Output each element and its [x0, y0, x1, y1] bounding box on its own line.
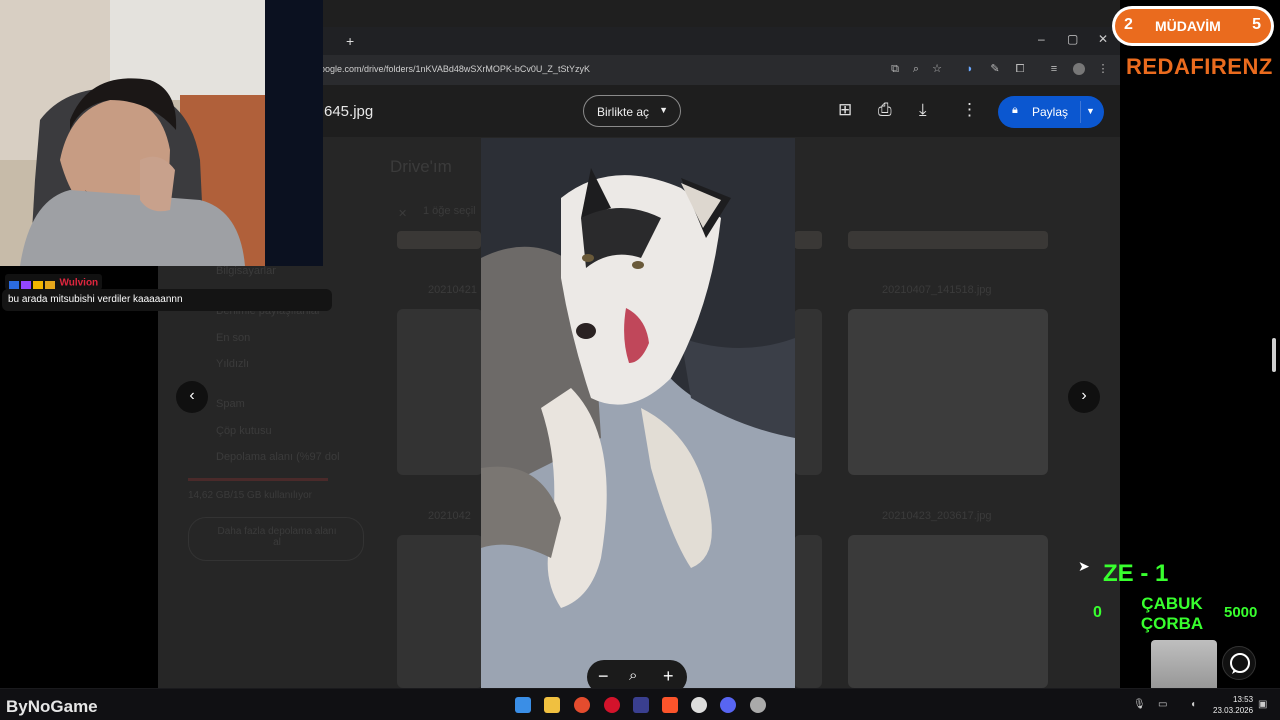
webcam-overlay — [0, 0, 323, 266]
viewer-filename: 645.jpg — [324, 103, 374, 120]
file-explorer-icon[interactable] — [544, 697, 560, 713]
mudavim-badge: 2 MÜDAVİM 5 — [1112, 6, 1274, 46]
discord-icon[interactable] — [720, 697, 736, 713]
file-thumbnail — [848, 535, 1048, 688]
add-comment-icon[interactable]: ⊞ — [838, 101, 852, 119]
next-image-button[interactable]: › — [1068, 381, 1100, 413]
drive-title: Drive'ım — [390, 157, 452, 176]
url-text[interactable]: oogle.com/drive/folders/1nKVABd48wSXrMOP… — [320, 64, 590, 74]
chat-message: bu arada mitsubishi verdiler kaaaaannn — [2, 289, 332, 311]
mouse-cursor-icon: ➤ — [1078, 558, 1090, 574]
zoom-in-icon[interactable]: + — [663, 666, 674, 686]
taskbar: ByNoGame 🎙︎ ▭ ◖ 13:53 23.03.2026 ▣ — [0, 688, 1280, 720]
brave-icon[interactable] — [662, 697, 678, 713]
screen: + – ▢ ✕ oogle.com/drive/folders/1nKVABd4… — [0, 0, 1280, 720]
share-button[interactable]: 🔒︎ Paylaş ▼ — [998, 96, 1104, 128]
file-thumbnail — [794, 309, 822, 475]
file-thumbnail — [848, 309, 1048, 475]
file-name: 2021042 — [428, 510, 471, 522]
chatgpt-icon[interactable] — [691, 697, 707, 713]
volume-icon[interactable]: ◖ — [1190, 699, 1196, 710]
marquee-text: REDAFIRENZ — [1126, 54, 1273, 79]
counter-zero: 0 — [1093, 604, 1102, 621]
extension-icon[interactable]: ◗ — [964, 63, 976, 75]
pen-icon[interactable]: ✎ — [989, 63, 1001, 75]
maximize-button[interactable]: ▢ — [1067, 32, 1078, 46]
file-name: 20210423_203617.jpg — [882, 510, 992, 522]
sidebar-item-storage: Depolama alanı (%97 dol — [216, 451, 340, 463]
sidebar-item-trash: Çöp kutusu — [216, 425, 272, 437]
score-text: ZE - 1 — [1103, 560, 1169, 587]
page-scrollbar[interactable] — [1272, 338, 1276, 372]
puzzle-icon[interactable]: ⧠ — [1014, 63, 1026, 75]
share-dropdown-icon[interactable]: ▼ — [1086, 106, 1095, 116]
open-with-button[interactable]: Birlikte aç ▼ — [583, 95, 681, 127]
print-icon[interactable]: ⎙ — [878, 101, 892, 119]
install-icon[interactable]: ⧉ — [889, 63, 901, 75]
file-thumb-strip — [848, 231, 1048, 249]
file-name: 20210421 — [428, 284, 477, 296]
sidebar-item-computers: Bilgisayarlar — [216, 265, 276, 277]
file-thumbnail — [397, 535, 483, 688]
file-name: 20210407_141518.jpg — [882, 284, 992, 296]
sidebar-item-recent: En son — [216, 332, 251, 344]
file-thumbnail — [794, 535, 822, 688]
file-thumb-strip — [794, 231, 822, 249]
bookmark-star-icon[interactable]: ☆ — [931, 63, 943, 75]
chat-bubble-icon — [1222, 646, 1256, 680]
zoom-icon[interactable]: ⌕ — [910, 63, 922, 75]
chrome-icon[interactable] — [574, 697, 590, 713]
network-icon[interactable]: ▭ — [1158, 699, 1167, 710]
mudavim-right-number: 5 — [1252, 16, 1261, 33]
lock-icon: 🔒︎ — [1012, 104, 1018, 116]
file-thumb-strip — [397, 231, 481, 249]
zoom-icon[interactable]: ⌕ — [629, 666, 637, 686]
soup-label: ÇABUK ÇORBA — [1140, 594, 1204, 633]
download-icon[interactable]: ⤓ — [919, 101, 927, 119]
file-thumbnail — [397, 309, 483, 475]
minimize-button[interactable]: – — [1038, 32, 1045, 46]
previous-image-button[interactable]: ‹ — [176, 381, 208, 413]
chat-badges — [9, 278, 55, 291]
app-icon[interactable] — [750, 697, 766, 713]
zoom-out-icon[interactable]: − — [598, 666, 609, 686]
points-value: 5000 — [1224, 604, 1258, 621]
mudavim-left-number: 2 — [1124, 16, 1133, 33]
new-tab-button[interactable]: + — [346, 33, 354, 49]
caret-down-icon: ▼ — [659, 105, 668, 115]
more-options-icon[interactable]: ⋮ — [961, 101, 978, 119]
menu-icon[interactable]: ⋮ — [1097, 63, 1109, 75]
husky-photo — [481, 138, 795, 688]
microphone-icon[interactable]: 🎙︎ — [1133, 699, 1146, 710]
sidebar-item-spam: Spam — [216, 398, 245, 410]
mudavim-label: MÜDAVİM — [1155, 18, 1221, 34]
profile-avatar[interactable] — [1073, 63, 1085, 75]
close-selection-icon: ✕ — [398, 208, 408, 220]
sidebar-item-starred: Yıldızlı — [216, 358, 250, 370]
notification-icon[interactable]: ▣ — [1258, 699, 1267, 710]
storage-text: 14,62 GB/15 GB kullanılıyor — [188, 490, 312, 501]
app-icon[interactable] — [633, 697, 649, 713]
close-button[interactable]: ✕ — [1098, 32, 1108, 46]
start-icon[interactable] — [515, 697, 531, 713]
media-icon[interactable]: ≡ — [1048, 63, 1060, 75]
system-clock[interactable]: 13:53 23.03.2026 — [1213, 694, 1253, 716]
chat-username: Wulvion — [5, 274, 103, 291]
brand-logo: ByNoGame — [6, 697, 98, 716]
storage-meter — [188, 478, 328, 481]
buy-storage-button: Daha fazla depolama alanı al — [188, 517, 364, 561]
opera-icon[interactable] — [604, 697, 620, 713]
selection-count: 1 öğe seçil — [423, 205, 476, 217]
